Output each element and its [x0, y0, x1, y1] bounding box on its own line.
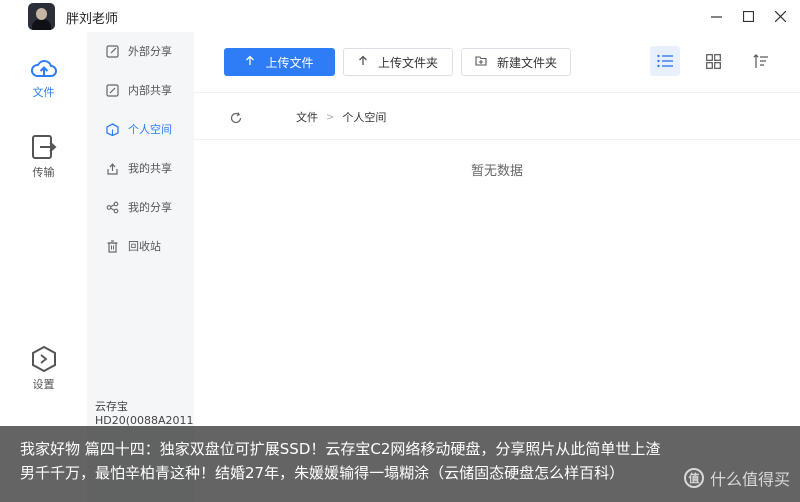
chevron-right-icon: > — [326, 111, 335, 123]
list-view-button[interactable] — [650, 46, 680, 76]
upload-icon — [358, 55, 368, 69]
upload-file-label: 上传文件 — [265, 55, 314, 70]
upload-folder-button[interactable]: 上传文件夹 — [343, 48, 453, 76]
sidebar-item-my-share[interactable]: 我的分享 — [105, 197, 172, 217]
recycle-bin-icon — [105, 239, 119, 253]
breadcrumb-root[interactable]: 文件 — [296, 109, 318, 125]
my-shared-icon — [105, 161, 119, 175]
title-bar: 胖刘老师 — [0, 0, 800, 32]
internal-share-icon — [105, 83, 119, 97]
cloud-upload-icon — [30, 60, 57, 77]
watermark-badge-icon: 值 — [683, 468, 704, 488]
sidebar-item-recycle-bin[interactable]: 回收站 — [105, 236, 161, 256]
path-bar: 文件 > 个人空间 — [194, 92, 800, 140]
sort-icon — [752, 53, 768, 68]
avatar[interactable] — [28, 3, 55, 30]
refresh-icon — [230, 112, 242, 124]
breadcrumb: 文件 > 个人空间 — [296, 109, 386, 125]
watermark: 值 什么值得买 — [683, 466, 790, 490]
caption-line-1: 我家好物 篇四十四：独家双盘位可扩展SSD！云存宝C2网络移动硬盘，分享照片从此… — [20, 440, 661, 458]
rail-item-settings[interactable]: 设置 — [0, 346, 87, 392]
rail-label-settings: 设置 — [32, 378, 55, 391]
close-icon — [774, 10, 786, 22]
grid-view-button[interactable] — [698, 46, 728, 76]
new-folder-button[interactable]: 新建文件夹 — [461, 48, 571, 76]
sidebar-item-label: 回收站 — [128, 240, 161, 253]
sidebar-item-label: 个人空间 — [128, 123, 172, 136]
upload-folder-label: 上传文件夹 — [377, 55, 438, 70]
watermark-text: 什么值得买 — [709, 470, 790, 489]
list-view-icon — [657, 54, 673, 68]
sidebar-item-external-share[interactable]: 外部分享 — [105, 41, 172, 61]
rail-item-files[interactable]: 文件 — [0, 58, 87, 100]
app-title: 胖刘老师 — [66, 12, 119, 27]
refresh-button[interactable] — [230, 109, 242, 128]
new-folder-icon — [475, 55, 487, 69]
rail-label-transfer: 传输 — [32, 166, 55, 179]
upload-icon — [245, 55, 255, 69]
external-share-icon — [105, 44, 119, 58]
empty-state: 暂无数据 — [470, 164, 523, 179]
upload-file-button[interactable]: 上传文件 — [224, 48, 335, 76]
sidebar-item-label: 内部共享 — [128, 84, 172, 97]
sidebar-item-my-shared[interactable]: 我的共享 — [105, 158, 172, 178]
new-folder-label: 新建文件夹 — [496, 55, 557, 70]
sidebar-item-label: 我的共享 — [128, 162, 172, 175]
personal-space-icon — [105, 122, 119, 136]
sidebar-item-internal-share[interactable]: 内部共享 — [105, 80, 172, 100]
maximize-icon — [742, 10, 754, 22]
grid-view-icon — [705, 53, 721, 69]
device-name: 云存宝 HD20(0088A2011B82) — [95, 400, 220, 427]
caption-overlay: 我家好物 篇四十四：独家双盘位可扩展SSD！云存宝C2网络移动硬盘，分享照片从此… — [0, 426, 800, 502]
rail-item-transfer[interactable]: 传输 — [0, 134, 87, 180]
sidebar-item-personal-space[interactable]: 个人空间 — [105, 119, 172, 139]
rail-label-files: 文件 — [32, 86, 55, 99]
minimize-icon — [710, 15, 722, 18]
breadcrumb-current: 个人空间 — [342, 111, 387, 124]
sort-button[interactable] — [745, 46, 775, 76]
sidebar-item-label: 我的分享 — [128, 201, 172, 214]
transfer-icon — [31, 135, 56, 159]
my-share-icon — [105, 200, 119, 214]
caption-line-2: 男千千万，最怕辛柏青这种！结婚27年，朱媛媛输得一塌糊涂（云储固态硬盘怎么样百科… — [20, 464, 625, 482]
sidebar-item-label: 外部分享 — [128, 45, 172, 58]
close-button[interactable] — [760, 0, 800, 32]
settings-icon — [31, 346, 56, 372]
